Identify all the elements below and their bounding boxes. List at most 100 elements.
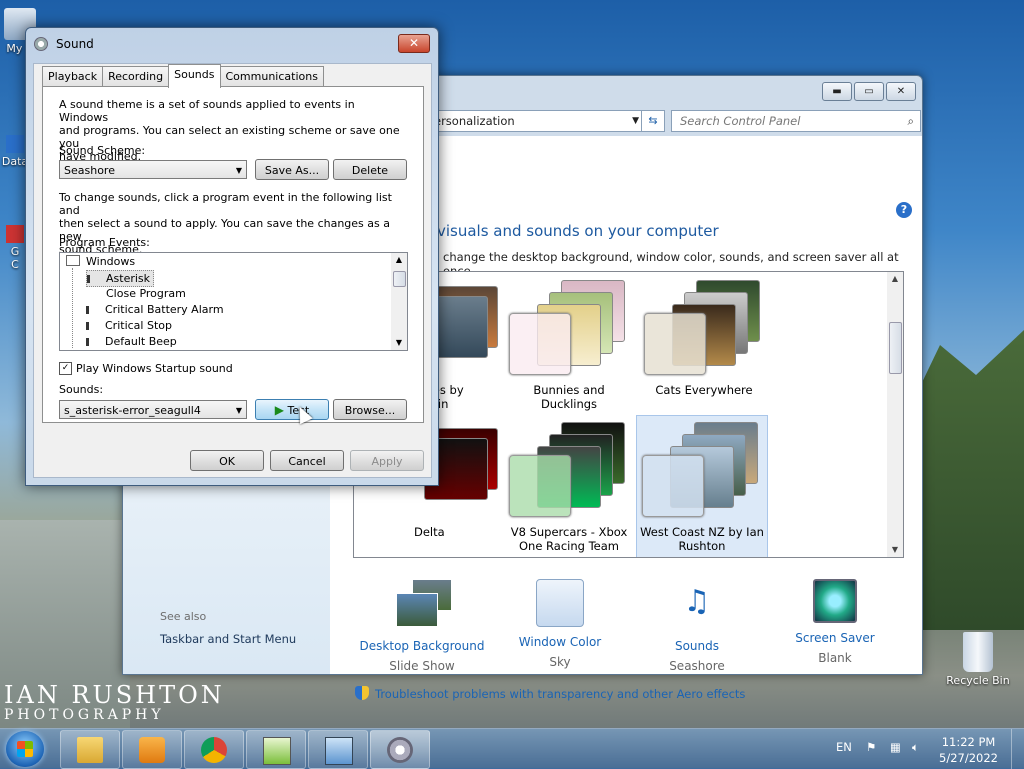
help-icon[interactable]: ? [896, 202, 912, 218]
shield-icon [355, 686, 369, 700]
item-title[interactable]: Window Color [495, 635, 625, 649]
event-item-selected[interactable]: Asterisk [86, 270, 155, 287]
apply-button[interactable]: Apply [350, 450, 424, 471]
intro-line: A sound theme is a set of sounds applied… [59, 98, 355, 124]
close-button[interactable]: ✕ [398, 34, 430, 53]
troubleshoot-link[interactable]: Troubleshoot problems with transparency … [355, 686, 745, 701]
item-title[interactable]: Sounds [632, 639, 762, 653]
desktop-icon-recycle-bin[interactable]: Recycle Bin [940, 632, 1016, 687]
maximize-button[interactable]: ▭ [854, 82, 884, 101]
program-events-list[interactable]: Windows Asterisk Close Program Critical … [59, 252, 408, 351]
action-center-icon[interactable]: ⚑ [866, 740, 876, 754]
theme-item[interactable]: Cats Everywhere [639, 280, 769, 397]
sound-file-value: s_asterisk-error_seagull4 [64, 404, 201, 417]
theme-name: Bunnies and Ducklings [533, 383, 605, 411]
search-icon[interactable]: ⌕ [908, 111, 914, 131]
theme-item-selected[interactable]: West Coast NZ by Ian Rushton [636, 415, 768, 557]
scroll-thumb[interactable] [393, 271, 406, 287]
chevron-down-icon[interactable]: ▼ [632, 111, 639, 131]
item-title[interactable]: Desktop Background [357, 639, 487, 653]
tab-recording[interactable]: Recording [102, 66, 170, 87]
save-as-button[interactable]: Save As... [255, 159, 329, 180]
speaker-icon [86, 306, 97, 314]
taskbar-media-player[interactable] [122, 730, 182, 769]
close-button[interactable]: ✕ [886, 82, 916, 101]
ok-button[interactable]: OK [190, 450, 264, 471]
theme-list-scrollbar[interactable]: ▲ ▼ [887, 272, 903, 557]
taskbar-explorer[interactable] [60, 730, 120, 769]
search-input[interactable]: Search Control Panel ⌕ [671, 110, 921, 132]
sound-file-select[interactable]: s_asterisk-error_seagull4 ▼ [59, 400, 247, 419]
event-item[interactable]: Critical Stop [86, 318, 172, 333]
volume-icon[interactable]: 🔈︎ [912, 740, 919, 755]
watermark-line2: PHOTOGRAPHY [4, 707, 165, 723]
sounds-tab-panel: A sound theme is a set of sounds applied… [42, 86, 424, 423]
taskbar-sound[interactable] [370, 730, 430, 769]
cancel-button[interactable]: Cancel [270, 450, 344, 471]
search-placeholder: Search Control Panel [680, 114, 801, 128]
music-notes-icon: ♫ [683, 584, 711, 619]
clock-time: 11:22 PM [941, 735, 996, 749]
shortcut-icon [6, 135, 24, 153]
tab-sounds[interactable]: Sounds [168, 64, 221, 88]
theme-name: West Coast NZ by Ian Rushton [640, 525, 764, 553]
scroll-thumb[interactable] [889, 322, 902, 374]
item-value: Blank [818, 651, 852, 665]
scroll-up-icon[interactable]: ▲ [887, 272, 903, 286]
control-panel-icon [325, 737, 353, 765]
sounds-item[interactable]: ♫ Sounds Seashore [632, 579, 762, 673]
refresh-button[interactable]: ⇆ [641, 110, 665, 132]
scroll-up-icon[interactable]: ▲ [391, 253, 407, 267]
scheme-label: Sound Scheme: [59, 144, 146, 157]
language-indicator[interactable]: EN [836, 740, 852, 754]
clock[interactable]: 11:22 PM 5/27/2022 [939, 734, 998, 766]
events-group-windows[interactable]: Windows [66, 254, 135, 269]
item-title[interactable]: Screen Saver [770, 631, 900, 645]
windows-logo-icon [17, 741, 33, 757]
theme-thumbnail [509, 280, 629, 375]
scheme-select[interactable]: Seashore ▼ [59, 160, 247, 179]
desktop-icon-label: Recycle Bin [946, 674, 1010, 687]
event-item[interactable]: Critical Battery Alarm [86, 302, 224, 317]
tab-playback[interactable]: Playback [42, 66, 104, 87]
network-icon[interactable]: ▦ [890, 740, 901, 754]
theme-item[interactable]: V8 Supercars - Xbox One Racing Team [504, 422, 634, 553]
chevron-down-icon: ▼ [235, 406, 242, 415]
caption-buttons: ▬ ▭ ✕ [822, 82, 916, 101]
speaker-icon [387, 737, 413, 763]
startup-sound-label[interactable]: Play Windows Startup sound [76, 362, 421, 375]
delete-button[interactable]: Delete [333, 159, 407, 180]
taskbar-notepad[interactable] [246, 730, 306, 769]
troubleshoot-text[interactable]: Troubleshoot problems with transparency … [375, 687, 745, 701]
recycle-bin-icon [963, 632, 993, 672]
desktop-background-item[interactable]: Desktop Background Slide Show [357, 579, 487, 673]
monitor-icon [813, 579, 857, 623]
address-bar[interactable]: ersonalization ▼ [427, 110, 645, 132]
scroll-down-icon[interactable]: ▼ [887, 543, 903, 557]
desktop-background-icon [392, 579, 452, 631]
screen-saver-item[interactable]: Screen Saver Blank [770, 579, 900, 665]
event-item[interactable]: Default Beep [86, 334, 177, 349]
browse-button[interactable]: Browse... [333, 399, 407, 420]
events-scrollbar[interactable]: ▲ ▼ [391, 253, 407, 350]
taskbar-start-menu-link[interactable]: Taskbar and Start Menu [160, 632, 296, 646]
media-player-icon [139, 737, 165, 763]
theme-item[interactable]: Bunnies and Ducklings [504, 280, 634, 411]
theme-thumbnail [642, 422, 762, 517]
start-button[interactable] [6, 731, 44, 767]
desktop-icon-label: C [11, 258, 19, 271]
scroll-down-icon[interactable]: ▼ [391, 336, 407, 350]
window-color-item[interactable]: Window Color Sky [495, 579, 625, 669]
minimize-button[interactable]: ▬ [822, 82, 852, 101]
show-desktop-button[interactable] [1011, 729, 1024, 769]
event-item[interactable]: Close Program [106, 286, 186, 301]
startup-sound-checkbox[interactable]: ✓ [59, 362, 72, 375]
test-button[interactable]: ▶ Test [255, 399, 329, 420]
window-color-icon [536, 579, 584, 627]
theme-name: Cats Everywhere [655, 383, 753, 397]
item-value: Sky [549, 655, 571, 669]
tab-communications[interactable]: Communications [219, 66, 324, 87]
taskbar-chrome[interactable] [184, 730, 244, 769]
clock-date: 5/27/2022 [939, 751, 998, 765]
taskbar-control-panel[interactable] [308, 730, 368, 769]
